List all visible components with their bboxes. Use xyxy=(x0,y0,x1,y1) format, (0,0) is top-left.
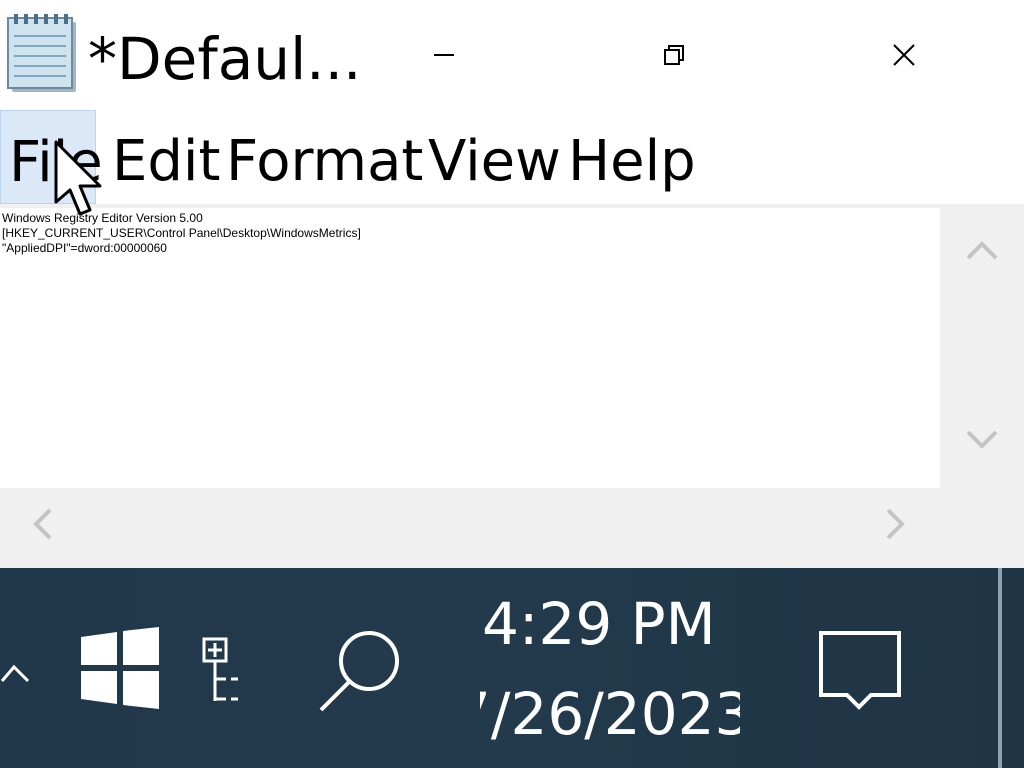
menu-view[interactable]: View xyxy=(428,110,561,204)
chevron-right-icon xyxy=(886,508,905,540)
editor-line: "AppliedDPI"=dword:00000060 xyxy=(2,241,167,255)
registry-tree-icon xyxy=(202,637,238,701)
menu-format[interactable]: Format xyxy=(226,110,423,204)
scroll-left-button[interactable] xyxy=(20,502,64,546)
close-icon xyxy=(893,44,915,66)
menu-edit[interactable]: Edit xyxy=(112,110,220,204)
taskbar-edge xyxy=(998,568,1002,768)
start-button[interactable] xyxy=(78,626,162,710)
chevron-down-icon xyxy=(966,430,998,449)
window-title: *Defaul... xyxy=(88,25,362,93)
search-icon xyxy=(319,631,399,712)
restore-icon xyxy=(664,45,684,65)
scroll-up-button[interactable] xyxy=(960,228,1004,272)
clock-date[interactable]: 7/26/2023 xyxy=(480,680,740,748)
scroll-right-button[interactable] xyxy=(874,502,918,546)
menu-file[interactable]: File xyxy=(0,110,103,204)
search-button[interactable] xyxy=(314,626,406,718)
text-editor[interactable]: Windows Registry Editor Version 5.00 [HK… xyxy=(0,208,940,488)
notification-icon xyxy=(819,631,901,710)
menu-help[interactable]: Help xyxy=(568,110,696,204)
chevron-left-icon xyxy=(33,508,52,540)
show-hidden-icons-button[interactable] xyxy=(0,642,40,692)
minimize-icon xyxy=(434,54,454,56)
close-button[interactable] xyxy=(864,24,944,86)
tray-chevron-up-icon xyxy=(0,664,30,683)
editor-area: Windows Registry Editor Version 5.00 [HK… xyxy=(0,204,1024,568)
restore-button[interactable] xyxy=(634,24,714,86)
notepad-icon xyxy=(6,14,82,94)
windows-start-icon xyxy=(79,627,161,709)
editor-line: [HKEY_CURRENT_USER\Control Panel\Desktop… xyxy=(2,226,361,240)
taskbar: 4:29 PM 7/26/2023 xyxy=(0,568,1024,768)
scroll-down-button[interactable] xyxy=(960,418,1004,462)
title-bar[interactable]: *Defaul... xyxy=(0,0,1024,110)
chevron-up-icon xyxy=(966,241,998,260)
menu-bar: File Edit Format View Help xyxy=(0,110,1024,204)
minimize-button[interactable] xyxy=(404,24,484,86)
action-center-button[interactable] xyxy=(812,622,910,720)
registry-editor-taskbar-button[interactable] xyxy=(196,632,246,710)
clock-time[interactable]: 4:29 PM xyxy=(482,590,716,658)
clock-date-text: 7/26/2023 xyxy=(480,680,740,748)
editor-line: Windows Registry Editor Version 5.00 xyxy=(2,211,203,225)
